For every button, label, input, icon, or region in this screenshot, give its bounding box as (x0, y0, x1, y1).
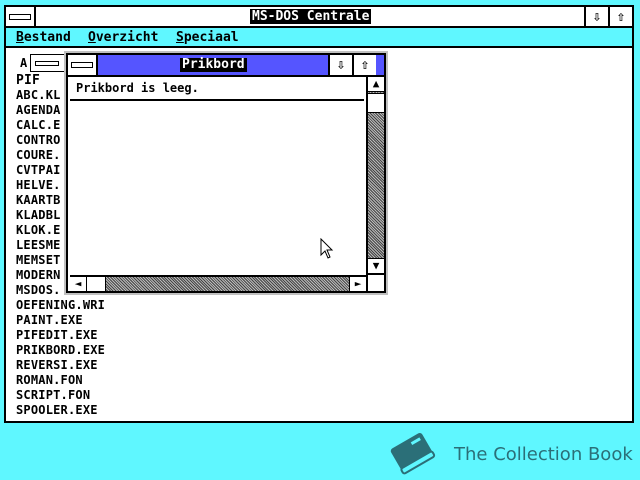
scroll-right-arrow-icon[interactable]: ► (349, 277, 366, 291)
horizontal-scrollbar[interactable]: ◄ ► (70, 275, 366, 291)
vertical-scroll-thumb[interactable] (368, 93, 384, 113)
scroll-up-arrow-icon[interactable]: ▲ (368, 77, 384, 92)
list-item[interactable]: SCRIPT.FON (16, 388, 105, 403)
menu-speciaal[interactable]: Speciaal (176, 30, 239, 46)
clipboard-window: Prikbord ⇩ ⇧ Prikbord is leeg. ▲ ▼ ◄ ► (64, 51, 388, 295)
maximize-button[interactable]: ⇧ (608, 7, 632, 26)
clipboard-minimize-button[interactable]: ⇩ (328, 55, 352, 75)
clipboard-title: Prikbord (180, 57, 247, 72)
menu-bestand[interactable]: Bestand (16, 30, 71, 46)
window-title: MS-DOS Centrale (250, 9, 372, 24)
minimize-button[interactable]: ⇩ (584, 7, 608, 26)
clipboard-system-menu-box[interactable] (68, 55, 98, 75)
mouse-pointer-icon (320, 238, 334, 259)
list-item[interactable]: ROMAN.FON (16, 373, 105, 388)
clipboard-title-bar[interactable]: Prikbord ⇩ ⇧ (68, 55, 384, 77)
list-item[interactable]: PIFEDIT.EXE (16, 328, 105, 343)
brand-text: The Collection Book (454, 444, 633, 465)
clipboard-message: Prikbord is leeg. (76, 81, 199, 95)
list-item[interactable]: PRIKBORD.EXE (16, 343, 105, 358)
clipboard-maximize-button[interactable]: ⇧ (352, 55, 376, 75)
brand-watermark: The Collection Book (386, 428, 638, 478)
system-menu-icon (9, 13, 31, 20)
list-item[interactable]: REVERSI.EXE (16, 358, 105, 373)
system-menu-icon (71, 62, 93, 68)
list-item[interactable]: OEFENING.WRI (16, 298, 105, 313)
scrollbar-corner (366, 273, 384, 291)
horizontal-scroll-thumb[interactable] (86, 277, 106, 291)
book-icon (390, 432, 436, 475)
menu-overzicht[interactable]: Overzicht (88, 30, 158, 46)
system-menu-box[interactable] (6, 7, 36, 26)
scroll-left-arrow-icon[interactable]: ◄ (70, 277, 87, 291)
list-item[interactable]: PAINT.EXE (16, 313, 105, 328)
list-item[interactable]: SPOOLER.EXE (16, 403, 105, 418)
divider (70, 99, 364, 101)
menu-bar: Bestand Overzicht Speciaal (6, 28, 632, 48)
drive-label: A (20, 56, 28, 70)
title-bar[interactable]: MS-DOS Centrale ⇩ ⇧ (6, 7, 632, 28)
scroll-down-arrow-icon[interactable]: ▼ (368, 258, 384, 273)
vertical-scrollbar[interactable]: ▲ ▼ (366, 77, 384, 273)
